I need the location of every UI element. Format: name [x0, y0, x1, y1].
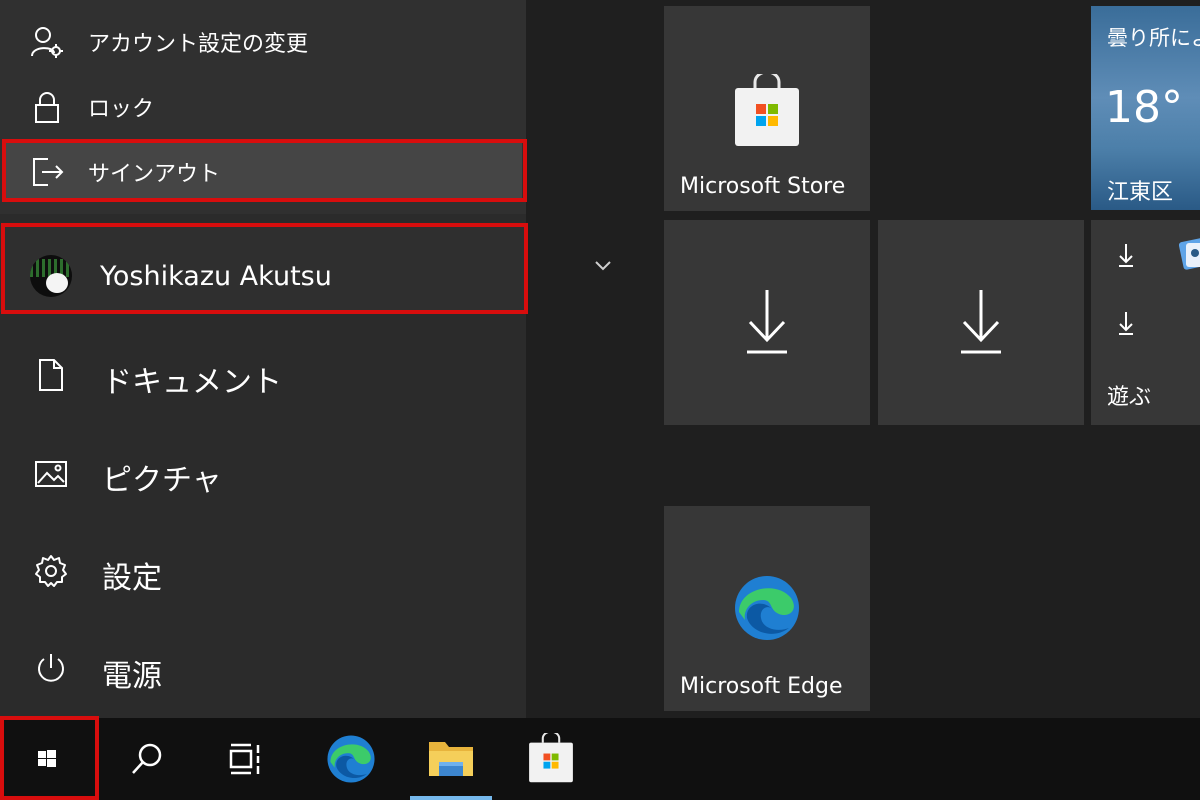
lock-item[interactable]: ロック	[0, 75, 526, 139]
play-folder-label: 遊ぶ	[1107, 385, 1152, 410]
user-settings-icon	[31, 27, 63, 58]
power-label: 電源	[102, 659, 162, 694]
power-icon	[38, 654, 64, 682]
chevron-down-icon[interactable]	[592, 258, 614, 274]
nav-documents[interactable]: ドキュメント	[0, 326, 526, 424]
documents-label: ドキュメント	[102, 365, 282, 400]
microsoft-edge-label: Microsoft Edge	[680, 674, 843, 699]
microsoft-store-label: Microsoft Store	[680, 174, 846, 199]
taskbar	[0, 718, 1200, 800]
taskbar-edge-button[interactable]	[310, 718, 392, 800]
pictures-label: ピクチャ	[102, 463, 222, 498]
store-bag-icon	[735, 74, 799, 146]
download-arrow-icon	[961, 290, 1001, 354]
download-tile-2[interactable]	[878, 220, 1084, 425]
start-button-highlight-box	[0, 716, 99, 800]
edge-icon	[327, 735, 375, 783]
weather-temperature: 18°	[1105, 82, 1183, 133]
nav-pictures[interactable]: ピクチャ	[0, 424, 526, 522]
user-highlight-box	[1, 223, 528, 314]
download-arrow-icon	[747, 290, 787, 354]
pictures-icon	[35, 461, 67, 487]
weather-location: 江東区	[1107, 180, 1174, 205]
lock-icon	[35, 92, 59, 123]
file-explorer-active-indicator	[410, 796, 492, 800]
lock-label: ロック	[88, 97, 155, 122]
play-folder-tile[interactable]: 遊ぶ	[1091, 220, 1200, 425]
gear-icon	[35, 555, 67, 587]
file-explorer-button[interactable]	[410, 718, 492, 800]
download-arrow-small-icon	[1119, 244, 1133, 267]
store-icon	[529, 733, 573, 783]
download-tile-1[interactable]	[664, 220, 870, 425]
settings-label: 設定	[102, 561, 162, 596]
microsoft-edge-tile[interactable]: Microsoft Edge	[664, 506, 870, 711]
weather-tile[interactable]: 曇り所によ 18° 江東区	[1091, 6, 1200, 210]
change-account-settings-label: アカウント設定の変更	[88, 32, 309, 57]
document-icon	[39, 359, 63, 391]
microsoft-store-tile[interactable]: Microsoft Store	[664, 6, 870, 211]
search-icon	[132, 743, 162, 774]
taskbar-store-button[interactable]	[510, 718, 592, 800]
nav-settings[interactable]: 設定	[0, 522, 526, 620]
game-app-icon	[1179, 237, 1200, 270]
task-view-button[interactable]	[204, 718, 286, 800]
file-explorer-icon	[429, 742, 473, 776]
edge-icon	[735, 576, 799, 640]
change-account-settings-item[interactable]: アカウント設定の変更	[0, 10, 526, 74]
sign-out-highlight-box	[2, 139, 527, 202]
nav-power[interactable]: 電源	[0, 620, 526, 718]
download-arrow-small-icon	[1119, 312, 1133, 335]
start-menu-left-pane: アカウント設定の変更 ロック サインアウト Yoshikazu Akutsu ド…	[0, 0, 528, 718]
task-view-icon	[229, 743, 260, 775]
search-button[interactable]	[106, 718, 188, 800]
weather-condition: 曇り所によ	[1107, 26, 1200, 50]
